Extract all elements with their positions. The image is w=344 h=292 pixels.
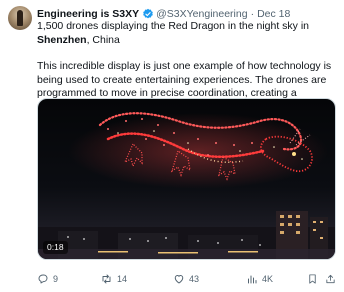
reply-icon [38, 274, 48, 284]
tweet-text-part: , China [86, 33, 120, 46]
like-count: 43 [189, 274, 200, 284]
tweet-text-bold: Shenzhen [37, 33, 87, 46]
views-count: 4K [262, 274, 274, 284]
author-handle[interactable]: @S3XYengineering [156, 7, 247, 21]
share-upload-icon [326, 274, 335, 284]
reply-count: 9 [53, 274, 59, 284]
bookmark-button[interactable] [307, 271, 318, 287]
bookmark-icon [309, 274, 316, 284]
views-button[interactable]: 4K [246, 271, 273, 287]
tweet-text-part: 1,500 drones displaying the Red Dragon i… [37, 20, 310, 32]
tweet-date[interactable]: Dec 18 [257, 7, 290, 21]
repost-button[interactable]: 14 [100, 271, 127, 287]
like-button[interactable]: 43 [173, 271, 199, 287]
video-player[interactable]: 0:18 [37, 98, 336, 260]
tweet-actions-bar: 9 14 43 4K [37, 271, 335, 287]
repost-count: 14 [117, 274, 128, 284]
tweet-card[interactable]: Engineering is S3ΧY @S3XYengineering · D… [0, 0, 344, 292]
heart-icon [174, 275, 184, 284]
share-button[interactable] [325, 271, 336, 287]
separator-dot: · [250, 8, 255, 20]
reply-button[interactable]: 9 [37, 271, 58, 287]
avatar-figure [17, 10, 23, 26]
video-timestamp: 0:18 [43, 241, 68, 254]
views-chart-icon [248, 275, 257, 284]
verified-badge-icon [143, 8, 153, 19]
tweet-paragraph-1: 1,500 drones displaying the Red Dragon i… [37, 20, 337, 47]
video-frame-dragon-drones [38, 112, 335, 259]
author-name[interactable]: Engineering is S3ΧY [37, 7, 139, 21]
repost-icon [102, 274, 111, 284]
author-avatar[interactable] [8, 6, 32, 30]
tweet-header: Engineering is S3ΧY @S3XYengineering · D… [37, 7, 340, 21]
